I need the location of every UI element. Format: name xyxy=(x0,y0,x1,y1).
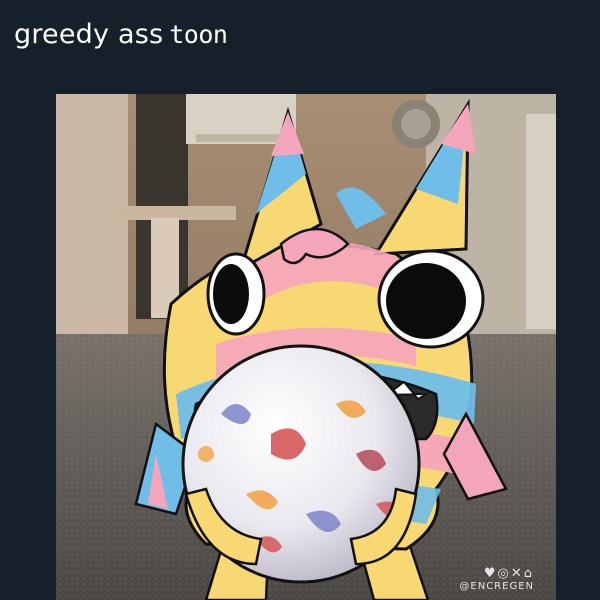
post-text-part2: toon xyxy=(169,20,228,49)
post-text-part1: greedy ass xyxy=(14,19,164,50)
post-text: greedy ass toon xyxy=(14,18,228,52)
watermark: ♥◎✕⌂ @ENCREGEN xyxy=(459,566,534,592)
artist-handle: @ENCREGEN xyxy=(459,581,534,592)
table-top xyxy=(116,206,236,220)
social-icons: ♥◎✕⌂ xyxy=(483,566,534,581)
image-illustration xyxy=(56,94,556,600)
post-image[interactable]: ♥◎✕⌂ @ENCREGEN xyxy=(56,94,556,600)
post-header: greedy ass toon xyxy=(0,0,600,92)
